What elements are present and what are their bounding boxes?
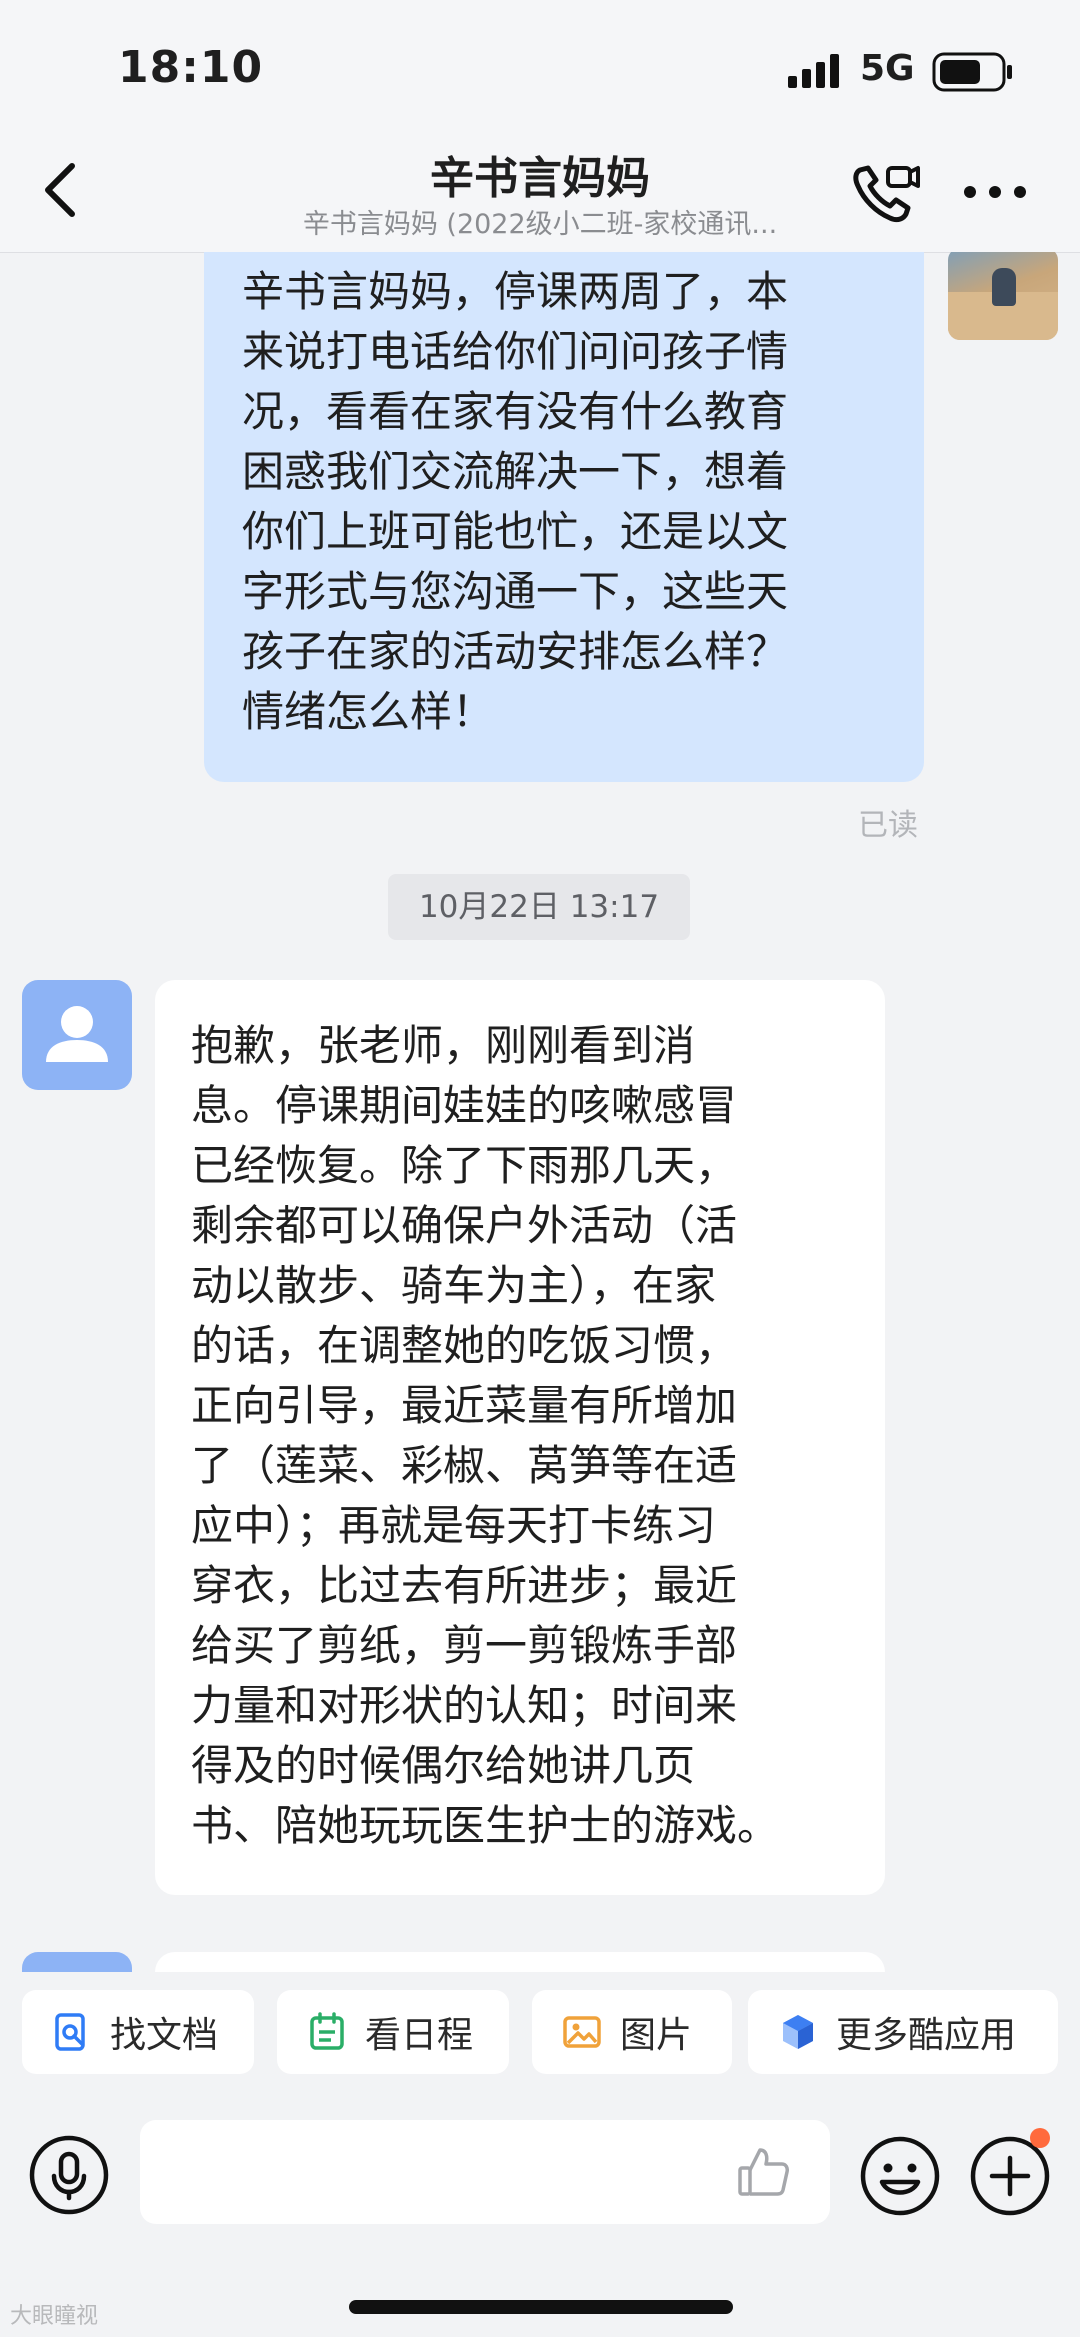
shortcut-label: 找文档: [110, 2015, 219, 2056]
contact-avatar[interactable]: [22, 980, 132, 1090]
message-line: 穿衣，比过去有所进步；最近: [191, 1561, 738, 1610]
default-user-icon: [46, 1006, 108, 1062]
status-bar: 18:10 5G: [0, 0, 1080, 130]
shortcut-label: 更多酷应用: [836, 2015, 1017, 2056]
more-apps-button[interactable]: 更多酷应用: [748, 1990, 1058, 2074]
view-schedule-button[interactable]: 看日程: [277, 1990, 509, 2074]
outgoing-message-bubble[interactable]: 辛书言妈妈，停课两周了，本 来说打电话给你们问问孩子情 况，看看在家有没有什么教…: [204, 252, 924, 782]
phone-video-call-icon[interactable]: [848, 160, 920, 226]
chat-header: 辛书言妈妈 辛书言妈妈 (2022级小二班-家校通讯...: [0, 130, 1080, 253]
doc-search-icon: [55, 2013, 85, 2051]
chat-message-list[interactable]: 辛书言妈妈，停课两周了，本 来说打电话给你们问问孩子情 况，看看在家有没有什么教…: [0, 252, 1080, 1972]
message-line: 得及的时候偶尔给她讲几页: [191, 1741, 696, 1790]
message-line: 剩余都可以确保户外活动（活: [191, 1201, 738, 1250]
images-button[interactable]: 图片: [532, 1990, 732, 2074]
message-line: 辛书言妈妈，停课两周了，本: [242, 267, 789, 316]
status-time: 18:10: [118, 42, 264, 93]
message-input[interactable]: [140, 2120, 830, 2224]
message-line: 的话，在调整她的吃饭习惯，: [191, 1321, 738, 1370]
message-line: 况，看看在家有没有什么教育: [242, 387, 789, 436]
image-icon: [563, 2016, 601, 2048]
message-line: 孩子在家的活动安排怎么样？: [242, 627, 789, 676]
shortcut-label: 图片: [620, 2015, 693, 2056]
message-line: 正向引导，最近菜量有所增加: [191, 1381, 738, 1430]
message-line: 了（莲菜、彩椒、莴笋等在适: [191, 1441, 738, 1490]
message-line: 来说打电话给你们问问孩子情: [242, 327, 789, 376]
message-line: 应中）；再就是每天打卡练习: [191, 1501, 717, 1550]
message-line: 动以散步、骑车为主），在家: [191, 1261, 717, 1310]
message-input-bar: [0, 2092, 1080, 2337]
message-line: 抱歉，张老师，刚刚看到消: [191, 1021, 696, 1070]
find-document-button[interactable]: 找文档: [22, 1990, 254, 2074]
voice-input-icon[interactable]: [28, 2134, 110, 2216]
message-line: 力量和对形状的认知；时间来: [191, 1681, 738, 1730]
message-line: 息。停课期间娃娃的咳嗽感冒: [191, 1081, 738, 1130]
emoji-icon[interactable]: [858, 2134, 942, 2218]
quick-actions-bar: 找文档 看日程 图片 更多酷应用: [0, 1972, 1080, 2092]
home-indicator[interactable]: [349, 2300, 733, 2314]
apps-cube-icon: [783, 2015, 813, 2049]
message-line: 已经恢复。除了下雨那几天，: [191, 1141, 738, 1190]
network-type: 5G: [860, 48, 915, 89]
message-line: 你们上班可能也忙，还是以文: [242, 507, 789, 556]
watermark: 大眼瞳视: [10, 2304, 99, 2329]
message-timestamp: 10月22日 13:17: [388, 874, 690, 940]
contact-avatar-partial[interactable]: [22, 1952, 132, 1972]
more-options-icon[interactable]: [962, 182, 1028, 202]
battery-icon: [932, 52, 1012, 92]
message-line: 给买了剪纸，剪一剪锻炼手部: [191, 1621, 738, 1670]
shortcut-label: 看日程: [365, 2015, 474, 2056]
incoming-message-bubble-partial[interactable]: [155, 1952, 885, 1972]
read-receipt: 已读: [858, 808, 918, 843]
message-line: 书、陪她玩玩医生护士的游戏。: [191, 1801, 780, 1850]
calendar-icon: [310, 2012, 344, 2050]
thumbs-up-icon[interactable]: [736, 2144, 792, 2200]
notification-dot: [1030, 2128, 1050, 2148]
my-avatar[interactable]: [948, 252, 1058, 340]
signal-icon: [788, 54, 839, 88]
message-line: 困惑我们交流解决一下，想着: [242, 447, 789, 496]
message-line: 字形式与您沟通一下，这些天: [242, 567, 789, 616]
incoming-message-bubble[interactable]: 抱歉，张老师，刚刚看到消 息。停课期间娃娃的咳嗽感冒 已经恢复。除了下雨那几天，…: [155, 980, 885, 1895]
message-line: 情绪怎么样！: [242, 687, 495, 736]
